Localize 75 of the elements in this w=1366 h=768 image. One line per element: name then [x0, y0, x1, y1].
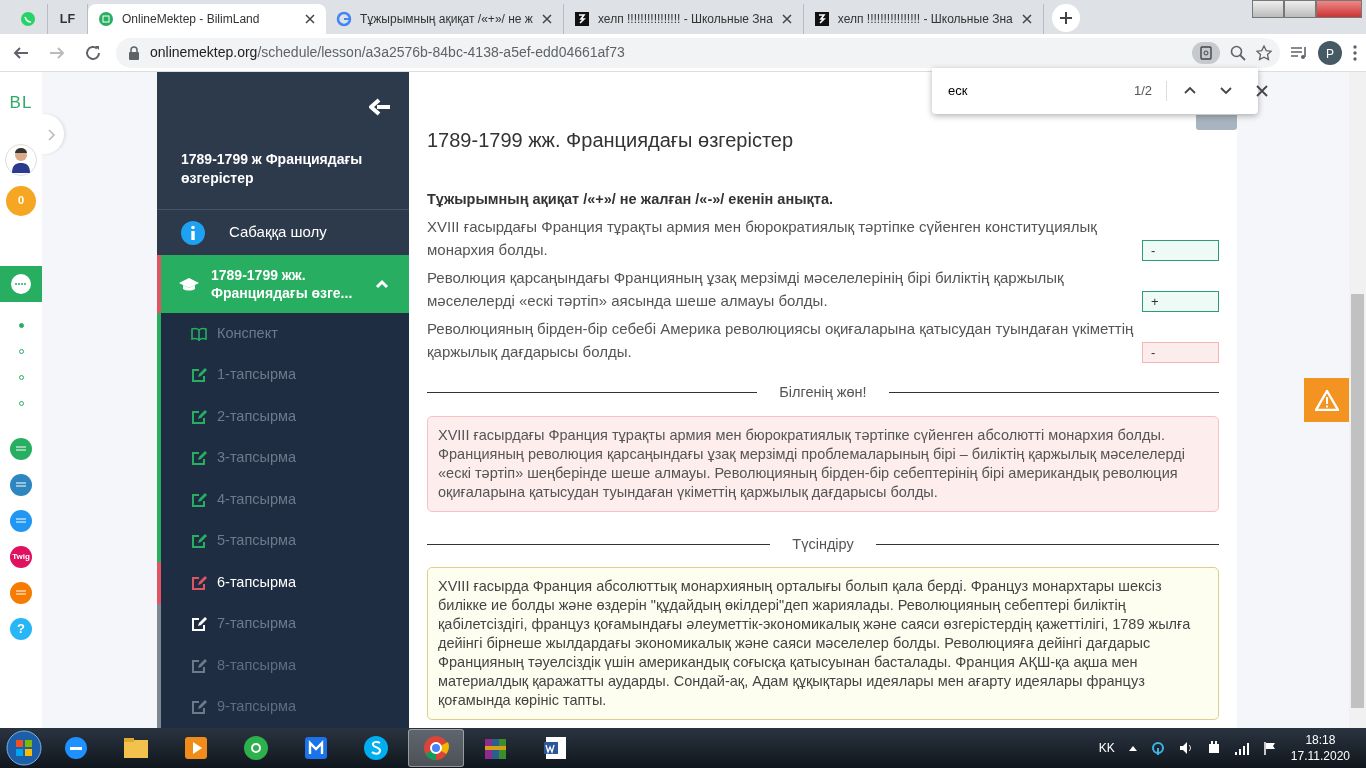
- answer-field[interactable]: -: [1142, 239, 1219, 261]
- chrome-icon: [422, 734, 450, 762]
- caret-up-icon[interactable]: [1128, 745, 1137, 751]
- graduation-cap-icon: [179, 276, 199, 293]
- info-icon: [181, 220, 205, 245]
- edit-icon: [191, 616, 207, 633]
- speaker-icon[interactable]: [1178, 741, 1193, 755]
- statement-text: Революцияның бірден-бір себебі Америка революциясы оқиғаларына қатысудан туындаған үкіметтің қаржылық дағдарысы болды.: [427, 318, 1135, 363]
- clock-time[interactable]: 18:18: [1290, 732, 1350, 748]
- twig-app-icon[interactable]: Twig: [10, 545, 32, 568]
- address-bar[interactable]: onlinemektep.org/schedule/lesson/a3a2576b-84bc-4138-a5ef-edd04661af73: [116, 37, 1280, 68]
- lock-icon: [128, 45, 140, 60]
- play-icon: [182, 734, 210, 762]
- power-icon[interactable]: [1206, 741, 1221, 755]
- plus-icon: [1058, 11, 1073, 25]
- back-arrow-icon[interactable]: [369, 98, 391, 116]
- answer-field[interactable]: -: [1142, 341, 1219, 363]
- section-heading: Білгенің жөн!: [779, 382, 867, 402]
- tab-favicon: [813, 11, 830, 27]
- close-icon[interactable]: [304, 13, 316, 25]
- edit-icon: [191, 699, 207, 716]
- answer-field[interactable]: +: [1142, 290, 1219, 312]
- signal-icon[interactable]: [1234, 741, 1249, 755]
- edit-icon: [191, 408, 207, 425]
- tab-favicon: [98, 11, 114, 27]
- star-icon[interactable]: [1256, 44, 1272, 61]
- explanation-panel: XVIII ғасырда Франция абсолюттық монархияның орталығы болып қала берді. Француз монархтары шексіз билікке ие болды және өздерін "құдайдың өкілдері"деп жариялады. Революцияның себептері биліктің қабілетсіздігі, француз қоғамындағы әлеуметтік-экономикалық және саяси өзгерістердің қажеттілігі, 1789 жылға дейінгі бірнеше жылдардағы экономикалық және саяси мәселелер болды. Революцияға дейінгі дағдарыс Францияның тәуелсіздік үшін американдық соғысқа қатысуынан басталады. Франция АҚШ-қа ақша мен материалдық қаражатты аударды. Сондай-ақ, Адам құқықтары идеялары мен ағарту идеялары француз қоғамында көрініс тапты.: [427, 567, 1219, 721]
- media-queue-icon[interactable]: [1290, 44, 1308, 61]
- scrollbar-thumb[interactable]: [1351, 294, 1364, 708]
- close-icon[interactable]: [541, 13, 553, 25]
- coin-counter: 0: [6, 185, 36, 216]
- s-app-icon: [362, 734, 390, 762]
- close-icon[interactable]: [1020, 13, 1033, 25]
- language-indicator[interactable]: KK: [1098, 739, 1115, 757]
- url-text: onlinemektep.org/schedule/lesson/a3a2576b-84bc-4138-a5ef-edd04661af73: [150, 43, 625, 62]
- menu-icon[interactable]: [1352, 43, 1358, 62]
- active-section[interactable]: [0, 265, 42, 302]
- match-count: 1/2: [1134, 81, 1168, 101]
- maximize-button[interactable]: [1284, 0, 1316, 18]
- edit-icon: [191, 574, 207, 591]
- page-heading: 1789-1799 жж. Франциядағы өзгерістер: [427, 128, 795, 152]
- edit-icon: [191, 657, 207, 674]
- start-button[interactable]: [4, 728, 44, 768]
- minimize-button[interactable]: [1252, 0, 1284, 18]
- clock-date[interactable]: 17.11.2020: [1290, 748, 1350, 764]
- tab-favicon: [574, 11, 590, 27]
- profile-avatar[interactable]: P: [1318, 40, 1342, 65]
- person-icon: [11, 146, 31, 173]
- statement-text: XVIII ғасырдағы Франция тұрақты армия мен бюрократиялық тәртіпке сүйенген конституциялық монархия болды.: [427, 216, 1098, 261]
- m-app-icon: [302, 734, 330, 762]
- chat-bubble-icon: [19, 11, 36, 27]
- section-heading: Түсіндіру: [792, 534, 854, 554]
- edit-icon: [191, 491, 207, 508]
- find-field[interactable]: еск: [948, 81, 1124, 101]
- chevron-right-icon: [48, 128, 56, 141]
- find-in-page-icon[interactable]: [1192, 41, 1220, 64]
- overview-item[interactable]: Сабаққа шолу: [157, 209, 409, 256]
- edit-icon: [191, 450, 207, 467]
- lesson-title: 1789-1799 ж Франциядағы өзгерістер: [181, 150, 364, 188]
- page-dot[interactable]: [18, 322, 24, 328]
- close-icon[interactable]: [780, 13, 793, 25]
- zoom-icon[interactable]: [1230, 44, 1246, 61]
- edit-icon: [191, 533, 207, 550]
- browser-tab[interactable]: OnlineMektep - BilimLand: [88, 4, 326, 34]
- book-icon: [191, 326, 207, 341]
- flag-icon[interactable]: [1262, 741, 1277, 755]
- lesson-icon: [10, 272, 32, 295]
- new-tab-button[interactable]: [1051, 4, 1080, 32]
- fact-alert: XVIII ғасырдағы Франция тұрақты армия мен бюрократиялық тәртіпке сүйенген абсолютті монархия болды. Францияның революция қарсаңындағы ұзақ мерзімді проблемаларының бірі – биліктің қаржылық мәселелерді «ескі тәртіп» шеңберінде шеше алмауы. Революцияның бірден-бір себептерінің бірі американдық революция оқиғаларына қатысудан туындаған үкіметтің қаржылық дағдарысы болды.: [427, 415, 1219, 512]
- task-instruction: Тұжырымның ақиқат /«+»/ не жалған /«-»/ екенін анықта.: [427, 190, 834, 209]
- google-icon: [336, 11, 352, 27]
- edit-icon: [191, 367, 207, 384]
- statement-text: Революция қарсаңындағы Францияның ұзақ мерзімді мәселелерінің бірі биліктің қаржылық мәселелерді «ескі тәртіп» аясында шеше алмауы болды.: [427, 267, 1065, 312]
- network-icon[interactable]: [1150, 741, 1165, 755]
- chevron-up-icon: [375, 279, 389, 290]
